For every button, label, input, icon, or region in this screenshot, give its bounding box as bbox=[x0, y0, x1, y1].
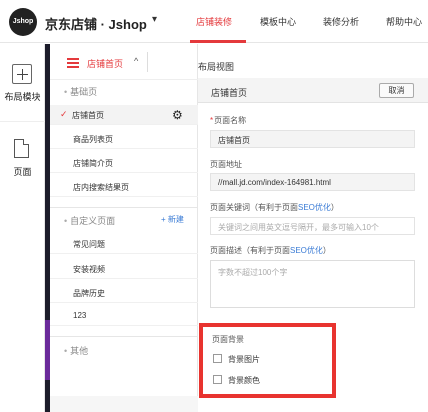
active-nav-indicator bbox=[190, 40, 246, 43]
nav-decoration-analysis[interactable]: 装修分析 bbox=[323, 15, 359, 28]
left-rail: 布局模块 页面 bbox=[0, 44, 45, 412]
page-item-label: 常见问题 bbox=[73, 240, 105, 249]
cancel-button[interactable]: 取消 bbox=[379, 83, 414, 98]
layout-module-label[interactable]: 布局模块 bbox=[0, 90, 45, 103]
page-keywords-label: 页面关键词（有利于页面SEO优化） bbox=[210, 203, 339, 212]
page-background-highlight: 页面背景 背景图片 背景颜色 bbox=[199, 323, 336, 398]
nav-help-center[interactable]: 帮助中心 bbox=[386, 15, 422, 28]
pages-label[interactable]: 页面 bbox=[0, 165, 45, 178]
page-name-label: *页面名称 bbox=[210, 116, 247, 125]
brand-title[interactable]: 京东店铺 · Jshop bbox=[45, 14, 147, 33]
section-divider bbox=[50, 336, 198, 337]
page-item-label: 品牌历史 bbox=[73, 289, 105, 298]
current-page-title[interactable]: 店铺首页 bbox=[87, 57, 123, 70]
new-page-button[interactable]: + 新建 bbox=[161, 214, 184, 225]
page-item-label: 店铺首页 bbox=[72, 111, 104, 120]
check-icon: ✓ bbox=[60, 109, 68, 119]
page-item-shop-intro[interactable]: 店铺简介页 bbox=[50, 153, 198, 173]
page-item-label: 123 bbox=[73, 311, 87, 320]
rail-divider bbox=[0, 121, 45, 122]
page-document-icon[interactable] bbox=[14, 139, 29, 158]
page-item-home[interactable]: ✓ 店铺首页 ⚙ bbox=[50, 105, 198, 125]
background-image-label[interactable]: 背景图片 bbox=[228, 354, 260, 365]
settings-title: 店铺首页 bbox=[211, 88, 248, 98]
page-item-install-video[interactable]: 安装视频 bbox=[50, 259, 198, 279]
page-url-label: 页面地址 bbox=[210, 160, 242, 169]
page-panel-footer bbox=[50, 396, 198, 412]
menu-icon[interactable] bbox=[67, 58, 79, 68]
page-description-label: 页面描述（有利于页面SEO优化） bbox=[210, 246, 331, 255]
page-item-label: 商品列表页 bbox=[73, 135, 113, 144]
background-image-checkbox[interactable] bbox=[213, 354, 222, 363]
header-divider bbox=[147, 52, 148, 72]
page-item-label: 安装视频 bbox=[73, 265, 105, 274]
jshop-logo[interactable]: Jshop bbox=[9, 8, 37, 36]
background-color-checkbox[interactable] bbox=[213, 375, 222, 384]
page-item-123[interactable]: 123 bbox=[50, 306, 198, 326]
page-background-label: 页面背景 bbox=[212, 335, 244, 344]
page-item-label: 店内搜索结果页 bbox=[73, 183, 129, 192]
page-url-field[interactable]: //mall.jd.com/index-164981.html bbox=[210, 173, 415, 191]
page-keywords-field[interactable]: 关键词之间用英文逗号隔开，最多可输入10个 bbox=[210, 217, 415, 235]
nav-shop-decoration[interactable]: 店铺装修 bbox=[196, 15, 232, 28]
page-list-panel: 店铺首页 ^ • 基础页 ✓ 店铺首页 ⚙ 商品列表页 店铺简介页 店内搜索结果页… bbox=[50, 44, 198, 412]
page-selector[interactable]: 店铺首页 ^ bbox=[50, 44, 198, 80]
chevron-up-icon[interactable]: ^ bbox=[134, 56, 138, 66]
top-navigation-bar: Jshop 京东店铺 · Jshop ▾ 店铺装修 模板中心 装修分析 帮助中心 bbox=[0, 0, 428, 43]
page-description-field[interactable]: 字数不超过100个字 bbox=[210, 260, 415, 308]
page-item-faq[interactable]: 常见问题 bbox=[50, 234, 198, 254]
page-item-product-list[interactable]: 商品列表页 bbox=[50, 129, 198, 149]
section-divider bbox=[50, 207, 198, 208]
page-item-search-results[interactable]: 店内搜索结果页 bbox=[50, 177, 198, 197]
background-color-label[interactable]: 背景颜色 bbox=[228, 375, 260, 386]
custom-pages-section-header: • 自定义页面 bbox=[64, 216, 116, 226]
chevron-down-icon[interactable]: ▾ bbox=[152, 14, 157, 25]
settings-header: 店铺首页 取消 bbox=[198, 78, 428, 103]
basic-pages-section-header: • 基础页 bbox=[64, 87, 98, 97]
nav-template-center[interactable]: 模板中心 bbox=[260, 15, 296, 28]
page-item-label: 店铺简介页 bbox=[73, 159, 113, 168]
page-item-brand-history[interactable]: 品牌历史 bbox=[50, 283, 198, 303]
add-module-icon[interactable] bbox=[12, 64, 32, 84]
gear-icon[interactable]: ⚙ bbox=[172, 108, 183, 122]
other-section-header[interactable]: • 其他 bbox=[64, 344, 88, 357]
page-name-field[interactable]: 店铺首页 bbox=[210, 130, 415, 148]
layout-view-label: 布局视图 bbox=[198, 62, 235, 72]
